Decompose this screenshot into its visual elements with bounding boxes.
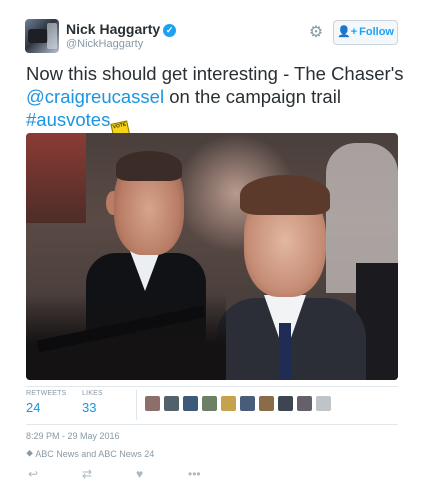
likes-stat[interactable]: LIKES 33 xyxy=(82,390,103,415)
avatar[interactable] xyxy=(25,19,59,53)
gear-icon[interactable]: ⚙ xyxy=(308,25,324,41)
display-name[interactable]: Nick Haggarty ✓ xyxy=(66,21,177,37)
tweet-header: Nick Haggarty ✓ @NickHaggarty ⚙ 👤+ Follow xyxy=(0,0,424,58)
photo-bg-red xyxy=(26,133,86,223)
retweets-count: 24 xyxy=(26,400,41,415)
photo-mask-hair xyxy=(116,151,182,181)
source-text: ABC News and ABC News 24 xyxy=(35,449,155,459)
liker-avatar[interactable] xyxy=(240,396,255,411)
liker-avatar[interactable] xyxy=(145,396,160,411)
photo-man-hair xyxy=(240,175,330,215)
tweet-photo[interactable] xyxy=(26,133,398,380)
divider xyxy=(26,386,398,387)
divider xyxy=(26,424,398,425)
photo-man-tie xyxy=(279,323,291,380)
like-icon[interactable]: ♥ xyxy=(136,465,143,483)
liker-avatar[interactable] xyxy=(164,396,179,411)
tweet-text: Now this should get interesting - The Ch… xyxy=(26,62,406,141)
likes-count: 33 xyxy=(82,400,97,415)
liker-avatar[interactable] xyxy=(297,396,312,411)
pin-icon: ⯁ xyxy=(26,449,36,459)
tweet-stats: RETWEETS 24 LIKES 33 xyxy=(26,390,398,422)
tweet-text-part: on the campaign trail xyxy=(164,86,341,107)
liker-avatar[interactable] xyxy=(183,396,198,411)
liker-avatar[interactable] xyxy=(278,396,293,411)
more-icon[interactable]: ••• xyxy=(188,465,201,483)
tweet-actions: ↩ ⇄ ♥ ••• xyxy=(26,465,398,483)
likes-label: LIKES xyxy=(82,390,103,397)
verified-badge-icon: ✓ xyxy=(163,24,177,37)
retweet-icon[interactable]: ⇄ xyxy=(82,465,92,483)
avatar-highlight xyxy=(47,23,57,49)
retweets-label: RETWEETS xyxy=(26,390,67,397)
user-handle[interactable]: @NickHaggarty xyxy=(66,38,143,50)
tweet-source: ⯁ ABC News and ABC News 24 xyxy=(26,449,154,460)
follow-button[interactable]: 👤+ Follow xyxy=(333,20,398,45)
camera-lens-graphic xyxy=(28,29,48,43)
mention-link[interactable]: @craigreucassel xyxy=(26,86,164,107)
display-name-text: Nick Haggarty xyxy=(66,21,161,37)
add-user-icon: 👤+ xyxy=(337,26,358,38)
retweets-stat[interactable]: RETWEETS 24 xyxy=(26,390,67,415)
follow-label: Follow xyxy=(359,26,394,38)
reply-icon[interactable]: ↩ xyxy=(28,465,38,483)
liker-avatar[interactable] xyxy=(221,396,236,411)
liker-avatar[interactable] xyxy=(259,396,274,411)
tweet-timestamp[interactable]: 8:29 PM - 29 May 2016 xyxy=(26,431,120,441)
liker-avatar[interactable] xyxy=(316,396,331,411)
liker-avatar[interactable] xyxy=(202,396,217,411)
hashtag-link[interactable]: #ausvotes xyxy=(26,109,110,130)
stats-divider xyxy=(136,390,137,420)
tweet-text-part: Now this should get interesting - The Ch… xyxy=(26,63,404,84)
